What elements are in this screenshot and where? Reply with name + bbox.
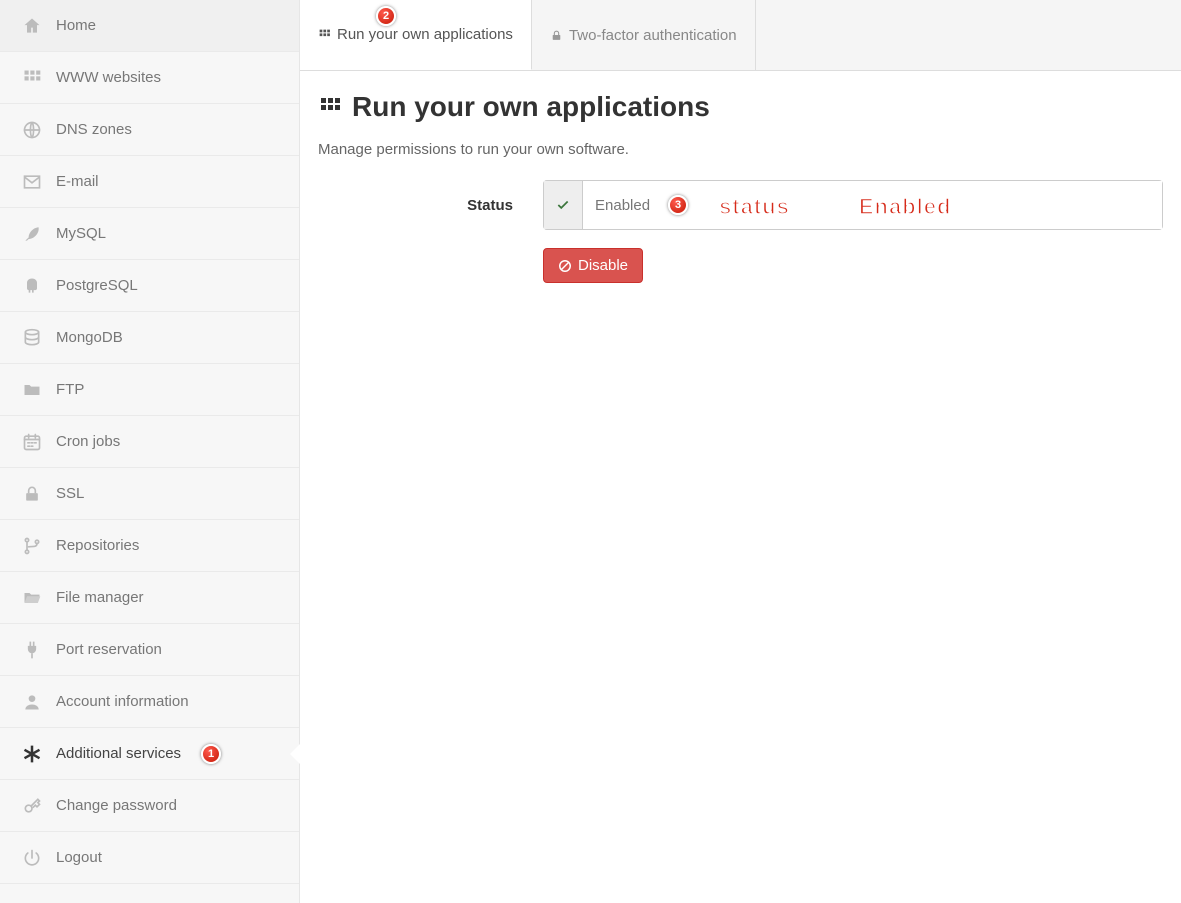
sidebar-item-additional-services[interactable]: Additional services 1 xyxy=(0,728,299,780)
page-title: Run your own applications xyxy=(352,91,710,123)
sidebar-item-logout[interactable]: Logout xyxy=(0,832,299,884)
sidebar-item-label: FTP xyxy=(56,381,84,398)
sidebar-item-dns-zones[interactable]: DNS zones xyxy=(0,104,299,156)
sidebar-item-account-information[interactable]: Account information xyxy=(0,676,299,728)
sidebar-item-e-mail[interactable]: E-mail xyxy=(0,156,299,208)
mail-icon xyxy=(20,172,44,192)
sidebar-item-label: DNS zones xyxy=(56,121,132,138)
disable-icon xyxy=(558,259,572,273)
grid-icon xyxy=(318,28,331,41)
sidebar-item-change-password[interactable]: Change password xyxy=(0,780,299,832)
check-icon xyxy=(543,180,583,230)
sidebar-item-file-manager[interactable]: File manager xyxy=(0,572,299,624)
lock-icon xyxy=(20,484,44,504)
status-label: Status xyxy=(318,197,543,214)
lock-icon xyxy=(550,29,563,42)
home-icon xyxy=(20,16,44,36)
tab-run-your-own-applications[interactable]: Run your own applications2 xyxy=(300,0,532,70)
asterisk-icon xyxy=(20,744,44,764)
sidebar-item-home[interactable]: Home xyxy=(0,0,299,52)
database-icon xyxy=(20,328,44,348)
sidebar-item-label: PostgreSQL xyxy=(56,277,138,294)
calendar-icon xyxy=(20,432,44,452)
tab-two-factor-authentication[interactable]: Two-factor authentication xyxy=(532,0,756,70)
sidebar-item-port-reservation[interactable]: Port reservation xyxy=(0,624,299,676)
sidebar-item-label: WWW websites xyxy=(56,69,161,86)
tab-label: Run your own applications xyxy=(337,26,513,43)
user-icon xyxy=(20,692,44,712)
annotation-badge-1: 1 xyxy=(201,744,221,764)
sidebar-item-label: Cron jobs xyxy=(56,433,120,450)
sidebar-item-ssl[interactable]: SSL xyxy=(0,468,299,520)
sidebar-item-mongodb[interactable]: MongoDB xyxy=(0,312,299,364)
sidebar-item-label: Additional services xyxy=(56,745,181,762)
plug-icon xyxy=(20,640,44,660)
main-panel: Run your own applications2Two-factor aut… xyxy=(300,0,1181,903)
status-value: Enabled 3 将status设置位Enabled xyxy=(583,180,1163,230)
branch-icon xyxy=(20,536,44,556)
sidebar-item-mysql[interactable]: MySQL xyxy=(0,208,299,260)
grid-icon xyxy=(318,95,342,119)
globe-icon xyxy=(20,120,44,140)
sidebar-item-label: Port reservation xyxy=(56,641,162,658)
feather-icon xyxy=(20,224,44,244)
sidebar-item-cron-jobs[interactable]: Cron jobs xyxy=(0,416,299,468)
sidebar-item-label: Account information xyxy=(56,693,189,710)
sidebar-item-label: Logout xyxy=(56,849,102,866)
page-heading: Run your own applications xyxy=(318,91,1163,123)
tab-label: Two-factor authentication xyxy=(569,27,737,44)
disable-button-label: Disable xyxy=(578,257,628,274)
sidebar-item-label: Change password xyxy=(56,797,177,814)
key-icon xyxy=(20,796,44,816)
content-area: Run your own applications Manage permiss… xyxy=(300,71,1181,321)
sidebar-item-label: MySQL xyxy=(56,225,106,242)
elephant-icon xyxy=(20,276,44,296)
button-row: Disable xyxy=(318,248,1163,283)
disable-button[interactable]: Disable xyxy=(543,248,643,283)
sidebar-item-label: Home xyxy=(56,17,96,34)
sidebar-item-label: Repositories xyxy=(56,537,139,554)
grid-icon xyxy=(20,68,44,88)
status-field: Enabled 3 将status设置位Enabled xyxy=(543,180,1163,230)
page-description: Manage permissions to run your own softw… xyxy=(318,141,1163,158)
sidebar-item-repositories[interactable]: Repositories xyxy=(0,520,299,572)
tabs-bar: Run your own applications2 Two-factor aut… xyxy=(300,0,1181,71)
folder-icon xyxy=(20,380,44,400)
status-input-group: Enabled 3 将status设置位Enabled xyxy=(543,180,1163,230)
sidebar-item-label: MongoDB xyxy=(56,329,123,346)
status-row: Status Enabled 3 将status设置位Enabled xyxy=(318,180,1163,230)
folder-open-icon xyxy=(20,588,44,608)
annotation-badge-3: 3 xyxy=(668,195,688,215)
annotation-text-3: 将status设置位Enabled xyxy=(696,189,951,221)
sidebar-item-postgresql[interactable]: PostgreSQL xyxy=(0,260,299,312)
sidebar-item-label: SSL xyxy=(56,485,84,502)
sidebar: Home WWW websites DNS zones E-mail MySQL Post… xyxy=(0,0,300,903)
sidebar-item-label: E-mail xyxy=(56,173,99,190)
sidebar-item-label: File manager xyxy=(56,589,144,606)
sidebar-item-www-websites[interactable]: WWW websites xyxy=(0,52,299,104)
power-icon xyxy=(20,848,44,868)
annotation-badge-2: 2 xyxy=(376,6,396,26)
sidebar-item-ftp[interactable]: FTP xyxy=(0,364,299,416)
